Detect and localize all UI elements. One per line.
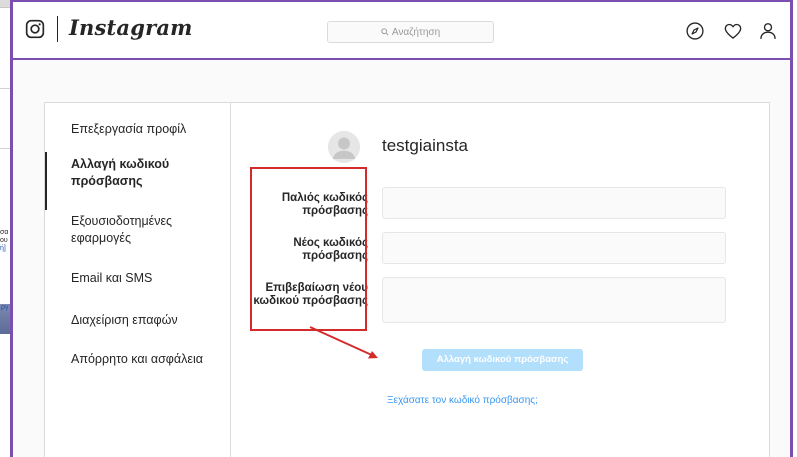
sidebar-item-email-sms[interactable]: Email και SMS <box>45 270 231 287</box>
compass-icon[interactable] <box>685 21 705 41</box>
annotation-arrow-icon <box>309 326 378 359</box>
sidebar-item-privacy-security[interactable]: Απόρρητο και ασφάλεια <box>45 351 231 368</box>
new-password-field[interactable] <box>382 232 726 264</box>
search-placeholder: Αναζήτηση <box>391 26 441 38</box>
logo-divider <box>57 16 58 42</box>
background-link[interactable]: ή] <box>0 245 6 253</box>
heart-icon[interactable] <box>723 21 743 41</box>
default-avatar-icon <box>328 131 360 163</box>
settings-sidebar: Επεξεργασία προφίλ Αλλαγή κωδικού πρόσβα… <box>45 103 231 457</box>
background-text: σα <box>0 229 9 236</box>
background-link[interactable]: ργ <box>1 304 8 312</box>
instagram-camera-icon[interactable] <box>25 19 45 39</box>
sidebar-item-edit-profile[interactable]: Επεξεργασία προφίλ <box>45 121 231 138</box>
annotation-highlight-box <box>250 167 367 331</box>
instagram-wordmark[interactable]: Instagram <box>69 15 193 40</box>
background-text: ου <box>0 237 8 244</box>
sidebar-item-manage-contacts[interactable]: Διαχείριση επαφών <box>45 312 231 329</box>
forgot-password-link[interactable]: Ξεχάσατε τον κωδικό πρόσβασης; <box>387 395 538 406</box>
change-password-button[interactable]: Αλλαγή κωδικού πρόσβασης <box>422 349 583 371</box>
search-icon <box>381 28 389 36</box>
sidebar-item-authorized-apps[interactable]: Εξουσιοδοτημένες εφαρμογές <box>45 213 205 247</box>
instagram-window: Instagram Αναζήτηση Επεξεργασία προφίλ Α… <box>10 0 793 457</box>
avatar <box>328 131 360 163</box>
settings-panel: Επεξεργασία προφίλ Αλλαγή κωδικού πρόσβα… <box>44 102 770 457</box>
confirm-password-field[interactable] <box>382 277 726 323</box>
top-navigation: Instagram Αναζήτηση <box>13 2 790 60</box>
profile-icon[interactable] <box>758 21 778 41</box>
old-password-field[interactable] <box>382 187 726 219</box>
search-input[interactable]: Αναζήτηση <box>327 21 494 43</box>
sidebar-item-change-password[interactable]: Αλλαγή κωδικού πρόσβασης <box>45 152 195 210</box>
profile-username: testgiainsta <box>382 136 468 155</box>
